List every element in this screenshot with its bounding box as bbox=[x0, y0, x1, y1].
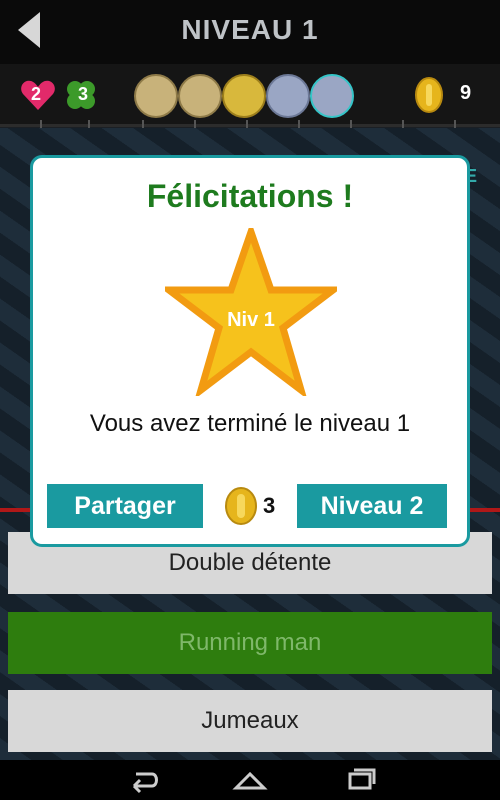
level-medal-icon bbox=[178, 74, 222, 118]
page-title: NIVEAU 1 bbox=[181, 14, 319, 45]
level-medal-icon bbox=[222, 74, 266, 118]
level-complete-dialog: Félicitations ! Niv 1 Vous avez terminé … bbox=[30, 155, 470, 547]
lives-count: 2 bbox=[31, 84, 42, 104]
next-level-button[interactable]: Niveau 2 bbox=[297, 484, 447, 528]
top-header: NIVEAU 1 bbox=[0, 0, 500, 64]
system-nav-bar bbox=[0, 760, 500, 800]
dialog-title: Félicitations ! bbox=[146, 178, 354, 214]
coin-icon bbox=[225, 487, 257, 525]
back-icon[interactable] bbox=[122, 766, 162, 794]
coin-icon bbox=[415, 77, 443, 113]
home-icon[interactable] bbox=[230, 766, 270, 794]
star-label: Niv 1 bbox=[227, 309, 275, 331]
clover-count: 3 bbox=[78, 84, 89, 104]
answer-button-correct[interactable]: Running man bbox=[8, 612, 492, 674]
level-medal-icon bbox=[266, 74, 310, 118]
status-bar: 2 3 9 bbox=[0, 64, 500, 127]
level-medal-icon bbox=[134, 74, 178, 118]
coins-total: 9 bbox=[460, 82, 472, 104]
reward-coin-count: 3 bbox=[263, 493, 276, 518]
level-medal-icon bbox=[310, 74, 354, 118]
answer-button[interactable]: Jumeaux bbox=[8, 690, 492, 752]
star-icon: Niv 1 bbox=[165, 228, 337, 396]
share-button[interactable]: Partager bbox=[47, 484, 203, 528]
completion-message: Vous avez terminé le niveau 1 bbox=[89, 410, 411, 437]
recent-apps-icon[interactable] bbox=[340, 766, 380, 794]
